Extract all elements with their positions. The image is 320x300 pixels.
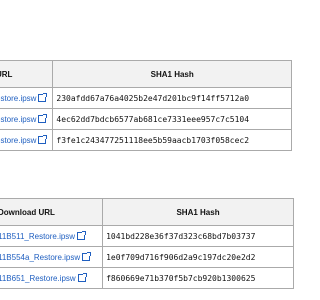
table-row: estore.ipsw f3fe1c243477251118ee5b59aacb… bbox=[0, 129, 292, 151]
download-link[interactable]: estore.ipsw bbox=[0, 129, 54, 151]
external-link-icon[interactable] bbox=[38, 113, 48, 123]
column-header-sha1: SHA1 Hash bbox=[102, 198, 294, 226]
table-row: estore.ipsw 4ec62dd7bdcb6577ab681ce7331e… bbox=[0, 108, 292, 130]
download-link-text[interactable]: 11B511_Restore.ipsw bbox=[0, 232, 75, 241]
firmware-table-1: URL SHA1 Hash estore.ipsw 230afdd67a76a4… bbox=[0, 60, 292, 151]
sha1-hash: 1e0f709d716f906d2a9c197dc20e2d2 bbox=[102, 246, 294, 268]
table-row: 11B511_Restore.ipsw 1041bd228e36f37d323c… bbox=[0, 225, 294, 247]
sha1-hash: 4ec62dd7bdcb6577ab681ce7331eee957c7c5104 bbox=[52, 108, 292, 130]
external-link-icon[interactable] bbox=[38, 92, 48, 102]
column-header-url: URL bbox=[0, 60, 54, 88]
column-header-download-url: Download URL bbox=[0, 198, 104, 226]
external-link-icon[interactable] bbox=[77, 272, 87, 282]
download-link-text[interactable]: estore.ipsw bbox=[0, 136, 36, 145]
download-link-text[interactable]: 11B651_Restore.ipsw bbox=[0, 274, 76, 283]
column-header-sha1: SHA1 Hash bbox=[52, 60, 292, 88]
table-row: 11B554a_Restore.ipsw 1e0f709d716f906d2a9… bbox=[0, 246, 294, 268]
table-row: estore.ipsw 230afdd67a76a4025b2e47d201bc… bbox=[0, 87, 292, 109]
sha1-hash: 230afdd67a76a4025b2e47d201bc9f14ff5712a0 bbox=[52, 87, 292, 109]
download-link-text[interactable]: estore.ipsw bbox=[0, 115, 36, 124]
download-link-text[interactable]: estore.ipsw bbox=[0, 94, 36, 103]
sha1-hash: 1041bd228e36f37d323c68bd7b03737 bbox=[102, 225, 294, 247]
external-link-icon[interactable] bbox=[82, 251, 92, 261]
external-link-icon[interactable] bbox=[77, 230, 87, 240]
external-link-icon[interactable] bbox=[38, 134, 48, 144]
sha1-hash: f3fe1c243477251118ee5b59aacb1703f058cec2 bbox=[52, 129, 292, 151]
download-link[interactable]: 11B511_Restore.ipsw bbox=[0, 225, 104, 247]
download-link[interactable]: estore.ipsw bbox=[0, 87, 54, 109]
download-link[interactable]: estore.ipsw bbox=[0, 108, 54, 130]
download-link-text[interactable]: 11B554a_Restore.ipsw bbox=[0, 253, 80, 262]
download-link[interactable]: 11B554a_Restore.ipsw bbox=[0, 246, 104, 268]
table-row: 11B651_Restore.ipsw f860669e71b370f5b7cb… bbox=[0, 267, 294, 289]
download-link[interactable]: 11B651_Restore.ipsw bbox=[0, 267, 104, 289]
firmware-table-2: Download URL SHA1 Hash 11B511_Restore.ip… bbox=[0, 198, 294, 289]
sha1-hash: f860669e71b370f5b7cb920b1300625 bbox=[102, 267, 294, 289]
